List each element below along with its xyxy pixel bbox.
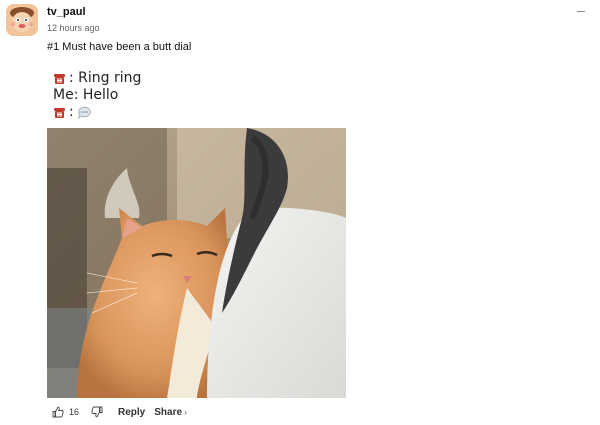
timestamp: 12 hours ago: [47, 23, 100, 33]
post-image[interactable]: [47, 128, 346, 398]
avatar-image: [6, 4, 38, 36]
action-bar: 16 Reply Share ›: [52, 405, 187, 419]
avatar[interactable]: [6, 4, 38, 36]
speech-bubble-icon: [77, 106, 91, 119]
cats-photo: [47, 128, 346, 398]
like-count: 16: [69, 407, 80, 417]
caption-line-3: :: [69, 104, 74, 120]
caption: : Ring ring Me: Hello :: [53, 70, 141, 121]
share-label: Share: [154, 406, 183, 418]
caption-line: Me: Hello: [53, 87, 141, 104]
reply-button[interactable]: Reply: [118, 407, 145, 418]
more-options-icon[interactable]: [576, 6, 586, 16]
caption-line-2: Me: Hello: [53, 87, 119, 103]
telephone-icon: [54, 108, 65, 118]
thumbs-up-icon[interactable]: [52, 406, 64, 418]
share-button[interactable]: Share ›: [154, 407, 187, 418]
caption-line: :: [53, 104, 141, 121]
comment-title: #1 Must have been a butt dial: [47, 41, 192, 53]
thumbs-down-icon[interactable]: [91, 406, 103, 418]
caption-line-1: : Ring ring: [69, 70, 142, 86]
chevron-right-icon: ›: [184, 407, 188, 417]
caption-line: : Ring ring: [53, 70, 141, 87]
telephone-icon: [54, 74, 65, 84]
username[interactable]: tv_paul: [47, 6, 86, 18]
